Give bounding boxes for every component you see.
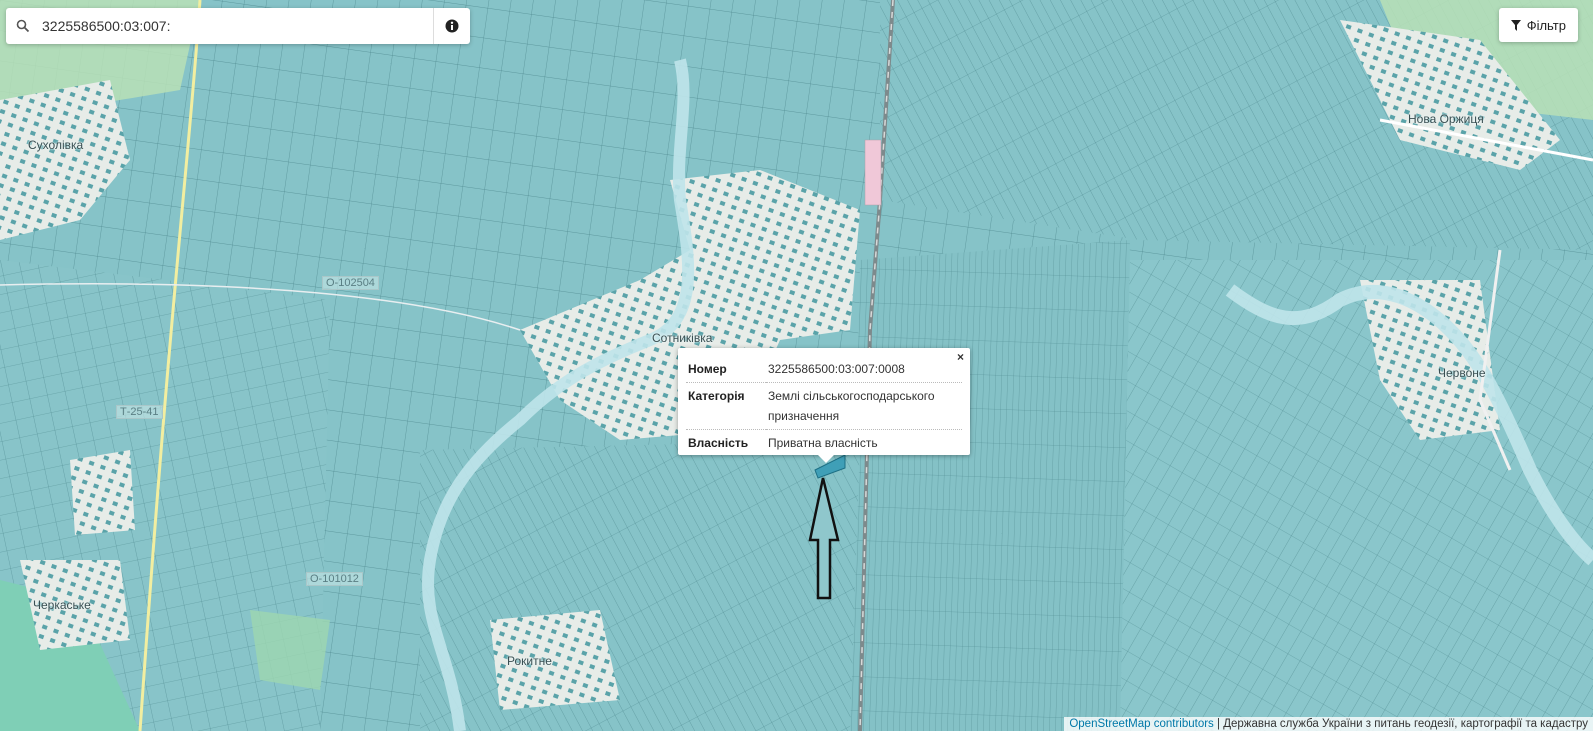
parcel-info-table: Номер 3225586500:03:007:0008 Категорія З… — [686, 356, 962, 456]
popup-row-number: Номер 3225586500:03:007:0008 — [686, 356, 962, 383]
place-label-rokytne: Рокитне — [507, 654, 552, 668]
popup-close-button[interactable]: × — [957, 350, 964, 364]
attribution-separator: | — [1213, 718, 1224, 730]
popup-key: Номер — [688, 362, 727, 376]
popup-value: 3225586500:03:007:0008 — [768, 362, 905, 376]
info-button[interactable] — [433, 8, 470, 44]
popup-tip — [818, 455, 834, 463]
popup-row-ownership: Власність Приватна власність — [686, 429, 962, 456]
place-label-cherkaske: Черкаське — [33, 598, 91, 612]
place-label-nova-orzhytsia: Нова Оржиця — [1408, 112, 1484, 126]
map-attribution: OpenStreetMap contributors | Державна сл… — [1064, 717, 1593, 731]
popup-value: Землі сільськогосподарського призначення — [766, 382, 962, 430]
search-input[interactable] — [40, 10, 433, 42]
funnel-icon — [1510, 19, 1521, 31]
road-ref-o102504: О-102504 — [322, 276, 379, 290]
search-icon — [6, 19, 40, 33]
info-icon — [445, 19, 459, 33]
agency-attribution: Державна служба України з питань геодезі… — [1223, 718, 1588, 730]
popup-value: Приватна власність — [766, 429, 962, 456]
popup-row-category: Категорія Землі сільськогосподарського п… — [686, 382, 962, 430]
osm-attribution-link[interactable]: OpenStreetMap contributors — [1069, 718, 1213, 730]
place-label-chervone: Червоне — [1438, 366, 1486, 380]
popup-key: Категорія — [686, 382, 766, 430]
road-ref-t2541: Т-25-41 — [116, 405, 163, 419]
parcel-info-popup: × Номер 3225586500:03:007:0008 Категорія… — [678, 348, 970, 463]
filter-button[interactable]: Фільтр — [1498, 8, 1578, 42]
place-label-sotnykivka: Сотниківка — [652, 331, 713, 345]
search-box — [6, 8, 470, 44]
popup-key: Власність — [686, 429, 766, 456]
filter-label: Фільтр — [1526, 17, 1566, 33]
road-ref-o101012: О-101012 — [306, 572, 363, 586]
place-label-suholivka: Сухолівка — [28, 138, 84, 152]
